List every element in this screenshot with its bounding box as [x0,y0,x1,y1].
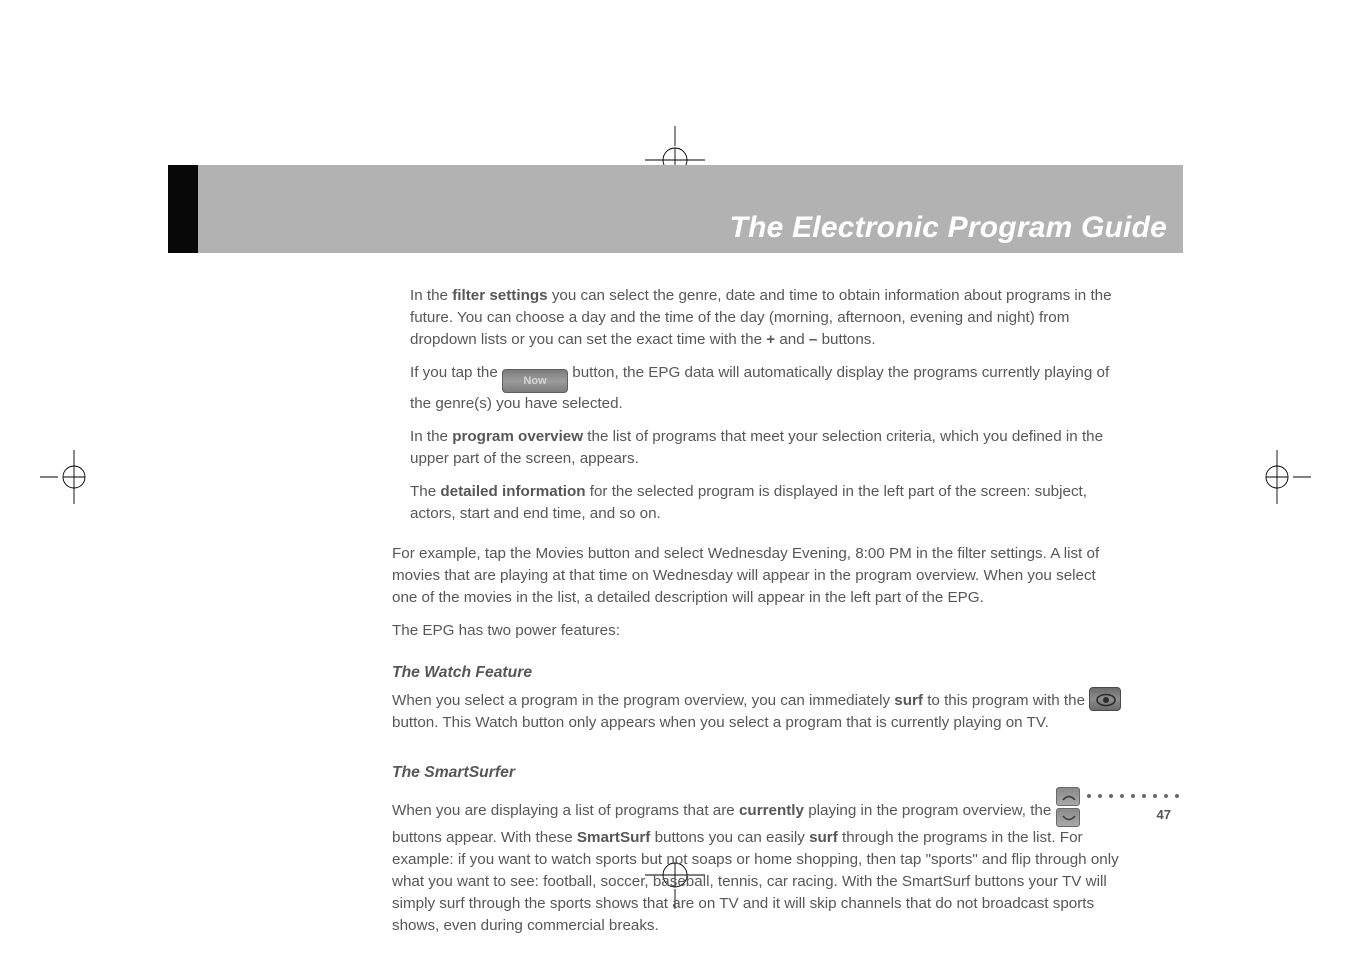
header-black-tab [168,165,198,253]
text: When you are displaying a list of progra… [392,802,739,819]
text: playing in the program overview, the [804,802,1056,819]
bold-surf: surf [894,692,923,709]
para-smartsurfer: When you are displaying a list of progra… [392,787,1123,937]
bold-program-overview: program overview [452,428,583,445]
smartsurf-buttons-icon [1056,787,1080,827]
bold-detailed-info: detailed information [440,483,585,500]
watch-feature-heading: The Watch Feature [392,662,1123,685]
now-button-icon: Now [502,369,568,393]
chapter-title: The Electronic Program Guide [730,211,1167,245]
text: In the [410,428,452,445]
text: If you tap the [410,364,502,381]
left-crop-mark [40,438,94,516]
text: to this program with the [923,692,1089,709]
text: When you select a program in the program… [392,692,894,709]
text: and [775,331,809,348]
text: buttons. [817,331,875,348]
para-two-features: The EPG has two power features: [392,620,1123,642]
para-detailed-info: The detailed information for the selecte… [410,481,1123,525]
text: In the [410,287,452,304]
bold-smartsurf: SmartSurf [577,829,650,846]
para-now-button: If you tap the Now button, the EPG data … [410,362,1123,415]
page-root: The Electronic Program Guide In the filt… [0,0,1351,954]
bold-surf-2: surf [809,829,838,846]
bold-filter-settings: filter settings [452,287,547,304]
bold-plus: + [766,331,775,348]
body-content: In the filter settings you can select th… [392,285,1123,948]
text: The [410,483,440,500]
text: buttons appear. With these [392,829,577,846]
para-watch-feature: When you select a program in the program… [392,687,1123,734]
watch-eye-icon [1089,687,1121,711]
smartsurfer-heading: The SmartSurfer [392,762,1123,785]
page-number: 47 [1157,807,1171,822]
bold-currently: currently [739,802,804,819]
footer-dots [1087,794,1179,798]
para-filter-settings: In the filter settings you can select th… [410,285,1123,351]
text: button. This Watch button only appears w… [392,714,1049,731]
para-program-overview: In the program overview the list of prog… [410,426,1123,470]
right-crop-mark [1257,438,1311,516]
text: buttons you can easily [650,829,809,846]
para-example: For example, tap the Movies button and s… [392,543,1123,609]
